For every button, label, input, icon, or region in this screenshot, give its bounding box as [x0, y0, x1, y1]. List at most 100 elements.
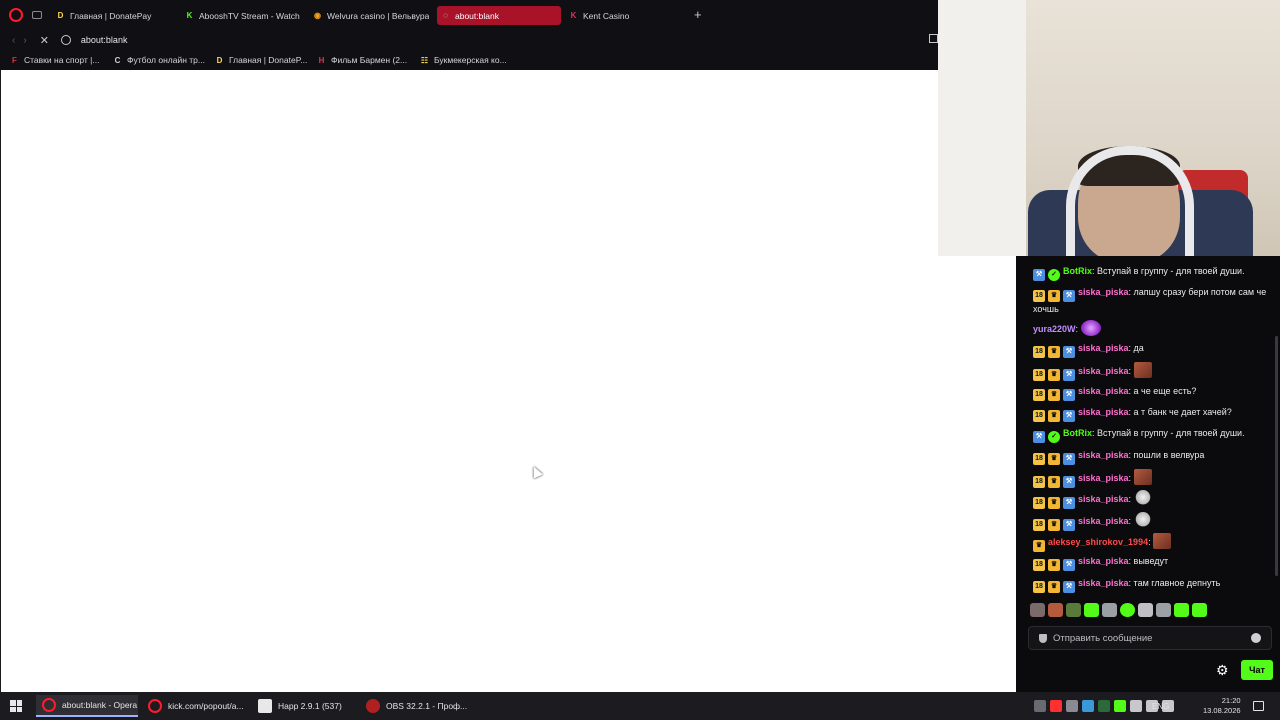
- chat-username[interactable]: aleksey_shirokov_1994: [1048, 537, 1148, 547]
- moderator-badge-icon: ⚒: [1033, 269, 1045, 281]
- windows-start-icon[interactable]: [10, 700, 22, 712]
- chat-text: : Вступай в группу - для твоей души.: [1092, 428, 1245, 438]
- bookmark-item[interactable]: ☷ Букмекерская ко...: [420, 54, 507, 66]
- system-clock[interactable]: 21:20 13.08.2026: [1203, 696, 1241, 716]
- volume-icon[interactable]: [1130, 700, 1142, 712]
- chat-scrollbar[interactable]: [1275, 336, 1278, 576]
- language-indicator[interactable]: ENG: [1152, 702, 1169, 711]
- chat-username[interactable]: siska_piska: [1078, 473, 1129, 483]
- windows-taskbar: about:blank - Opera kick.com/popout/a...…: [0, 692, 1280, 720]
- opera-menu-icon[interactable]: [9, 8, 23, 22]
- chat-username[interactable]: siska_piska: [1078, 386, 1129, 396]
- chat-username[interactable]: siska_piska: [1078, 578, 1129, 588]
- bookmark-item[interactable]: H Фильм Бармен (2...: [317, 54, 408, 66]
- chat-emote-icon: [1133, 490, 1152, 506]
- emoji-picker-icon[interactable]: [1251, 633, 1261, 643]
- blank-page-content[interactable]: [0, 70, 1016, 692]
- chat-message: 18 ♛ ⚒ siska_piska: а че еще есть?: [1033, 384, 1271, 401]
- forward-arrow-icon[interactable]: ›: [23, 35, 26, 46]
- emote-icon[interactable]: [1174, 603, 1189, 617]
- tray-app-icon[interactable]: [1050, 700, 1062, 712]
- site-info-icon[interactable]: [60, 35, 71, 45]
- tray-app-icon[interactable]: [1082, 700, 1094, 712]
- taskbar-item-label: kick.com/popout/a...: [168, 701, 244, 711]
- bookmark-label: Футбол онлайн тр...: [127, 55, 205, 65]
- chat-username[interactable]: siska_piska: [1078, 287, 1129, 297]
- tab-favicon-icon: K: [570, 11, 577, 20]
- chat-message-input[interactable]: [1053, 632, 1243, 644]
- tab-welvura[interactable]: ◉ Welvura casino | Вельвура: [309, 6, 429, 25]
- chat-emote-icon: [1133, 469, 1152, 485]
- chat-username[interactable]: siska_piska: [1078, 343, 1129, 353]
- tab-donatepay[interactable]: D Главная | DonatePay: [52, 6, 176, 25]
- moderator-badge-icon: ⚒: [1063, 453, 1075, 465]
- taskbar-item-obs[interactable]: OBS 32.2.1 - Проф...: [360, 695, 467, 717]
- tab-kick-stream[interactable]: K AbooshTV Stream - Watch: [181, 6, 301, 25]
- chat-username[interactable]: siska_piska: [1078, 494, 1129, 504]
- snapshot-icon[interactable]: [929, 34, 938, 43]
- tab-overview-icon[interactable]: [32, 11, 42, 19]
- bookmark-favicon-icon: H: [318, 55, 325, 65]
- chat-username[interactable]: siska_piska: [1078, 407, 1129, 417]
- chat-text: : а т банк че дает хачей?: [1128, 407, 1232, 417]
- tray-app-icon[interactable]: [1066, 700, 1078, 712]
- chat-username[interactable]: siska_piska: [1078, 366, 1129, 376]
- chat-emote-icon: [1153, 533, 1172, 549]
- chat-username[interactable]: BotRix: [1063, 428, 1092, 438]
- emote-icon[interactable]: [1048, 603, 1063, 617]
- tab-favicon-icon: D: [57, 11, 64, 20]
- bookmark-label: Фильм Бармен (2...: [331, 55, 408, 65]
- chat-text: : там главное депнуть: [1128, 578, 1221, 588]
- chat-emote-icon: [1080, 320, 1101, 336]
- url-field[interactable]: about:blank: [81, 35, 128, 45]
- opera-icon: [148, 699, 162, 713]
- moderator-badge-icon: ⚒: [1063, 389, 1075, 401]
- chat-text: : пошли в велвура: [1128, 450, 1205, 460]
- taskbar-item-label: about:blank - Opera: [62, 700, 138, 710]
- tab-about-blank[interactable]: ◌ about:blank: [437, 6, 561, 25]
- emote-icon[interactable]: [1102, 603, 1117, 617]
- chat-message: 18 ♛ ⚒ siska_piska: да: [1033, 341, 1271, 358]
- notification-icon[interactable]: [1253, 701, 1264, 711]
- chat-username[interactable]: BotRix: [1063, 266, 1092, 276]
- tab-kent-casino[interactable]: K Kent Casino: [565, 6, 685, 25]
- taskbar-item-kick-popout[interactable]: kick.com/popout/a...: [142, 695, 248, 717]
- bookmark-item[interactable]: C Футбол онлайн тр...: [113, 54, 205, 66]
- age-badge-icon: 18: [1033, 581, 1045, 593]
- chat-send-button[interactable]: Чат: [1241, 660, 1273, 680]
- stop-loading-icon[interactable]: ✕: [40, 34, 49, 47]
- taskbar-item-opera[interactable]: about:blank - Opera: [36, 695, 138, 717]
- back-arrow-icon[interactable]: ‹: [12, 35, 15, 46]
- tray-app-icon[interactable]: [1114, 700, 1126, 712]
- bookmark-item[interactable]: D Главная | DonateP...: [215, 54, 308, 66]
- moderator-badge-icon: ⚒: [1063, 290, 1075, 302]
- tab-favicon-icon: ◉: [314, 11, 321, 20]
- chat-message: 18 ♛ ⚒ siska_piska:: [1033, 490, 1271, 509]
- chat-emote-icon: [1133, 362, 1152, 378]
- tray-app-icon[interactable]: [1098, 700, 1110, 712]
- obs-icon: [366, 699, 380, 713]
- emote-icon[interactable]: [1030, 603, 1045, 617]
- emote-icon[interactable]: [1192, 603, 1207, 617]
- age-badge-icon: 18: [1033, 453, 1045, 465]
- chat-username[interactable]: siska_piska: [1078, 516, 1129, 526]
- crown-badge-icon: ♛: [1048, 369, 1060, 381]
- new-tab-button[interactable]: +: [694, 8, 702, 21]
- crown-badge-icon: ♛: [1048, 346, 1060, 358]
- emote-icon[interactable]: [1156, 603, 1171, 617]
- moderator-badge-icon: ⚒: [1063, 581, 1075, 593]
- emote-icon[interactable]: [1120, 603, 1135, 617]
- chat-username[interactable]: yura220W: [1033, 324, 1076, 334]
- bookmark-item[interactable]: F Ставки на спорт |...: [10, 54, 99, 66]
- chat-username[interactable]: siska_piska: [1078, 556, 1129, 566]
- emote-icon[interactable]: [1066, 603, 1081, 617]
- age-badge-icon: 18: [1033, 389, 1045, 401]
- emote-icon[interactable]: [1138, 603, 1153, 617]
- emote-icon[interactable]: [1084, 603, 1099, 617]
- chat-settings-gear-icon[interactable]: ⚙: [1216, 663, 1229, 677]
- chat-username[interactable]: siska_piska: [1078, 450, 1129, 460]
- tray-chevron-icon[interactable]: [1034, 700, 1046, 712]
- taskbar-item-happ[interactable]: Happ 2.9.1 (537): [252, 695, 356, 717]
- age-badge-icon: 18: [1033, 369, 1045, 381]
- moderator-badge-icon: ⚒: [1063, 497, 1075, 509]
